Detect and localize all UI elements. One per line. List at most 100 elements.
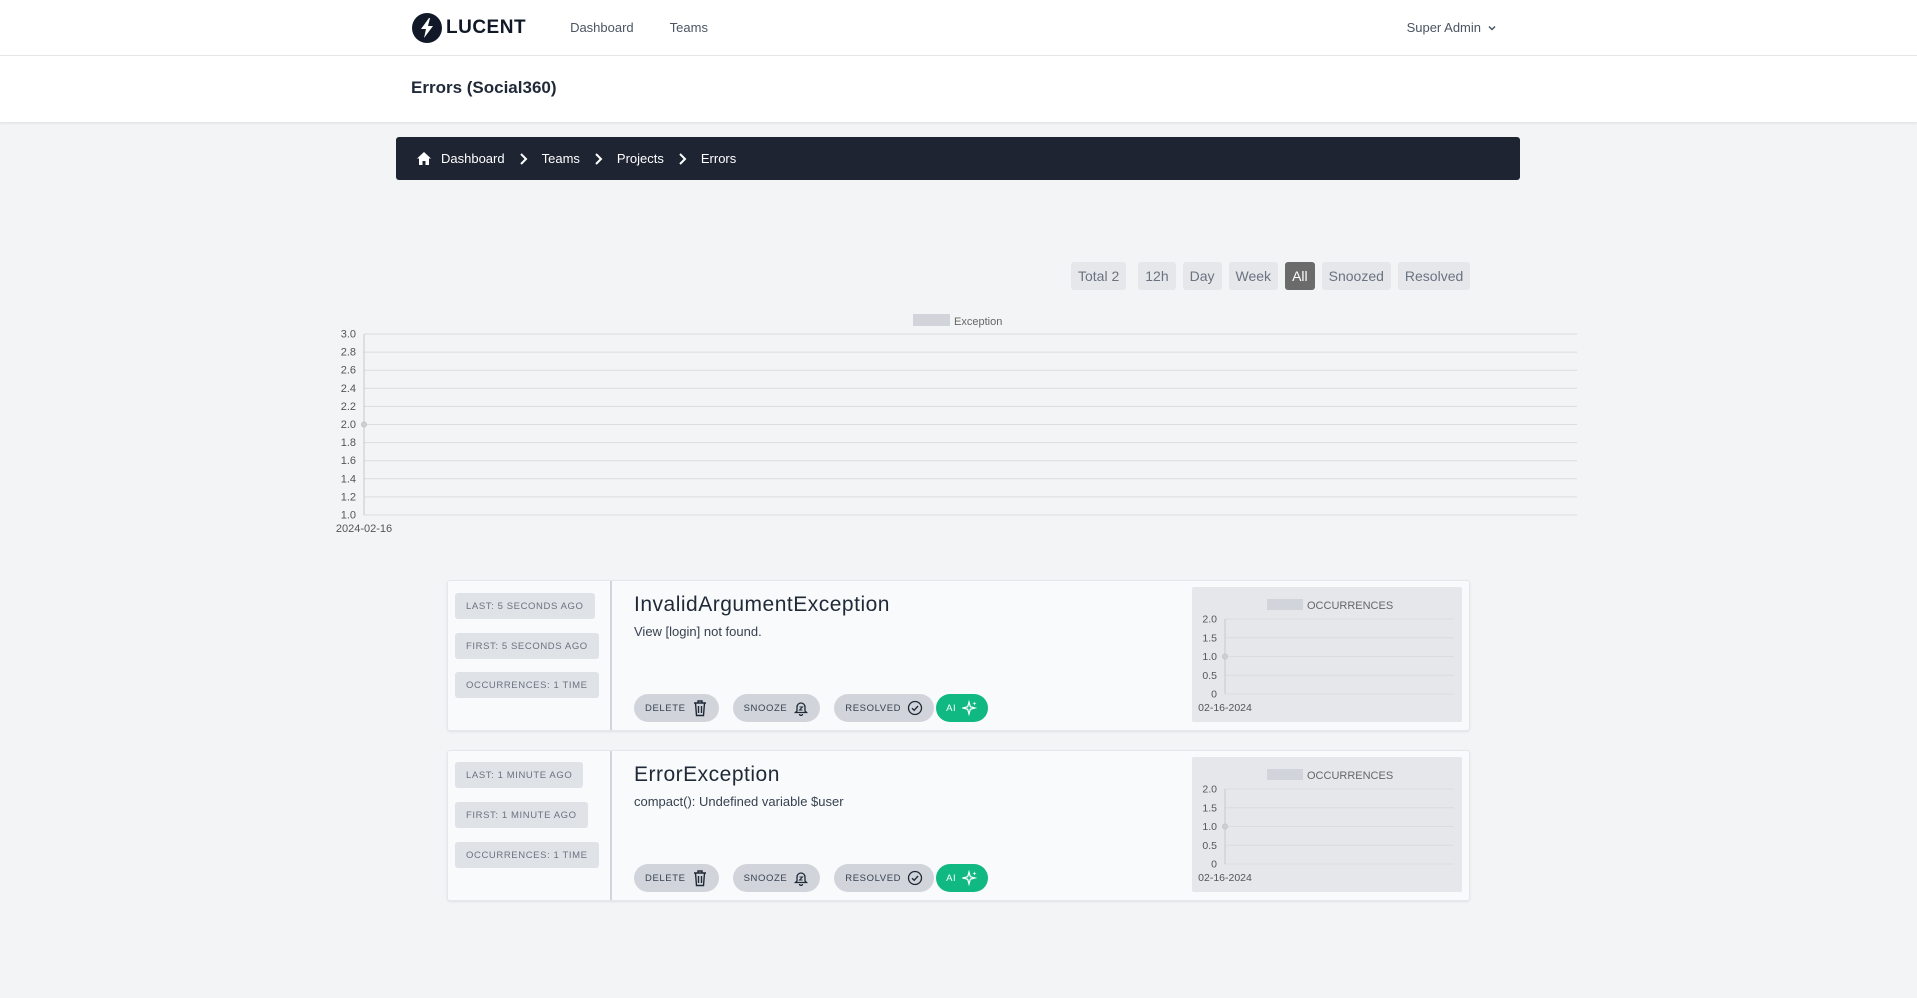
- logo-text: LUCENT: [446, 16, 527, 38]
- y-tick-label: 1.4: [341, 473, 356, 485]
- error-meta-column: LAST: 1 MINUTE AGO FIRST: 1 MINUTE AGO O…: [448, 751, 612, 900]
- legend-swatch: [1267, 599, 1303, 610]
- x-tick-label: 02-16-2024: [1198, 872, 1252, 884]
- ai-button[interactable]: AI: [936, 864, 989, 892]
- last-seen-badge: LAST: 5 SECONDS AGO: [455, 593, 595, 619]
- legend-label: OCCURRENCES: [1307, 770, 1393, 782]
- filter-total[interactable]: Total 2: [1071, 262, 1127, 290]
- delete-button[interactable]: DELETE: [634, 864, 719, 892]
- home-icon: [417, 152, 431, 165]
- resolved-button[interactable]: RESOLVED: [834, 694, 935, 722]
- check-circle-icon: [907, 870, 923, 886]
- y-tick-label: 0: [1211, 859, 1217, 871]
- trash-icon: [693, 870, 706, 887]
- y-tick-label: 1.0: [341, 510, 356, 522]
- filter-resolved[interactable]: Resolved: [1397, 262, 1471, 290]
- first-seen-badge: FIRST: 1 MINUTE AGO: [455, 802, 588, 828]
- delete-label: DELETE: [645, 872, 686, 884]
- y-tick-label: 2.6: [341, 365, 356, 377]
- bell-snooze-icon: [794, 872, 809, 886]
- page-header: Errors (Social360): [0, 56, 1917, 123]
- snooze-label: SNOOZE: [743, 872, 788, 884]
- legend-label: Exception: [954, 316, 1002, 328]
- lightning-logo-icon: [412, 12, 442, 43]
- y-tick-label: 1.5: [1202, 632, 1217, 644]
- data-point: [1222, 653, 1228, 660]
- occurrences-badge: OCCURRENCES: 1 TIME: [455, 842, 599, 868]
- y-tick-label: 0.5: [1202, 840, 1217, 852]
- filter-snoozed[interactable]: Snoozed: [1321, 262, 1391, 290]
- errors-chart: Exception 3.0 2.8 2.6 2.4 2.2 2.0 1.8 1.6 1.4 1.2 1…: [330, 306, 1590, 542]
- breadcrumb-teams[interactable]: Teams: [542, 151, 580, 166]
- last-seen-badge: LAST: 1 MINUTE AGO: [455, 762, 584, 788]
- breadcrumb-dashboard-label: Dashboard: [441, 151, 505, 166]
- y-tick-label: 2.0: [1202, 784, 1217, 796]
- delete-button[interactable]: DELETE: [634, 694, 719, 722]
- y-tick-label: 0.5: [1202, 670, 1217, 682]
- check-circle-icon: [907, 700, 923, 716]
- ai-label: AI: [946, 872, 957, 884]
- errors-chart-svg: Exception 3.0 2.8 2.6 2.4 2.2 2.0 1.8 1.6 1.4 1.2 1…: [336, 314, 1577, 535]
- filter-week[interactable]: Week: [1228, 262, 1279, 290]
- app-logo[interactable]: LUCENT: [412, 12, 527, 43]
- y-tick-label: 1.0: [1202, 821, 1217, 833]
- top-navbar: LUCENT Dashboard Teams Super Admin: [0, 0, 1917, 56]
- bell-snooze-icon: [794, 702, 809, 716]
- chevron-down-icon: [1488, 25, 1496, 31]
- legend-swatch: [913, 314, 950, 326]
- chevron-right-icon: [678, 152, 687, 165]
- user-name: Super Admin: [1406, 20, 1481, 35]
- snooze-button[interactable]: SNOOZE: [732, 864, 821, 892]
- breadcrumb: Dashboard Teams Projects Errors: [396, 137, 1520, 180]
- delete-label: DELETE: [645, 702, 686, 714]
- breadcrumb-projects[interactable]: Projects: [617, 151, 664, 166]
- y-tick-label: 1.6: [341, 455, 356, 467]
- y-tick-label: 0: [1211, 689, 1217, 701]
- error-message: View [login] not found.: [634, 624, 762, 639]
- sparkles-icon: [962, 700, 978, 716]
- error-title[interactable]: ErrorException: [634, 763, 780, 787]
- y-tick-label: 3.0: [341, 329, 356, 341]
- chevron-right-icon: [594, 152, 603, 165]
- filter-all[interactable]: All: [1285, 262, 1315, 290]
- first-seen-badge: FIRST: 5 SECONDS AGO: [455, 633, 599, 659]
- resolved-label: RESOLVED: [845, 872, 902, 884]
- legend-swatch: [1267, 769, 1303, 780]
- page-title: Errors (Social360): [411, 78, 557, 97]
- error-card[interactable]: LAST: 1 MINUTE AGO FIRST: 1 MINUTE AGO O…: [447, 750, 1470, 901]
- resolved-label: RESOLVED: [845, 702, 902, 714]
- x-tick-label: 2024-02-16: [336, 523, 392, 535]
- y-tick-label: 2.0: [341, 419, 356, 431]
- occurrences-chart-svg: OCCURRENCES 2.0 1.5 1.0 0.5 002-16-2024: [1198, 769, 1454, 884]
- filter-day[interactable]: Day: [1182, 262, 1222, 290]
- y-tick-label: 1.8: [341, 437, 356, 449]
- occurrences-chart-svg: OCCURRENCES 2.0 1.5 1.0 0.5 002-16-2024: [1198, 599, 1454, 714]
- breadcrumb-errors[interactable]: Errors: [701, 151, 736, 166]
- y-tick-label: 1.0: [1202, 651, 1217, 663]
- y-tick-label: 1.2: [341, 491, 356, 503]
- data-point: [1222, 823, 1228, 830]
- error-meta-column: LAST: 5 SECONDS AGO FIRST: 5 SECONDS AGO…: [448, 581, 612, 730]
- user-menu[interactable]: Super Admin: [1407, 20, 1497, 35]
- nav-link-dashboard[interactable]: Dashboard: [570, 20, 634, 35]
- breadcrumb-dashboard[interactable]: Dashboard: [416, 151, 505, 166]
- error-title[interactable]: InvalidArgumentException: [634, 593, 890, 617]
- error-card[interactable]: LAST: 5 SECONDS AGO FIRST: 5 SECONDS AGO…: [447, 580, 1470, 731]
- occurrences-badge: OCCURRENCES: 1 TIME: [455, 672, 599, 698]
- y-tick-label: 2.0: [1202, 614, 1217, 626]
- nav-link-teams[interactable]: Teams: [670, 20, 708, 35]
- filter-12h[interactable]: 12h: [1138, 262, 1176, 290]
- snooze-label: SNOOZE: [743, 702, 788, 714]
- resolved-button[interactable]: RESOLVED: [834, 864, 935, 892]
- error-message: compact(): Undefined variable $user: [634, 794, 844, 809]
- occurrences-chart: OCCURRENCES 2.0 1.5 1.0 0.5 0 02-16-2024: [1192, 757, 1462, 892]
- y-tick-label: 2.4: [341, 383, 356, 395]
- sparkles-icon: [962, 870, 978, 886]
- snooze-button[interactable]: SNOOZE: [732, 694, 821, 722]
- filter-bar: Total 2 12h Day Week All Snoozed Resolve…: [1071, 262, 1471, 290]
- x-tick-label: 02-16-2024: [1198, 702, 1252, 714]
- ai-button[interactable]: AI: [936, 694, 989, 722]
- chevron-right-icon: [519, 152, 528, 165]
- y-tick-label: 2.2: [341, 401, 356, 413]
- legend-label: OCCURRENCES: [1307, 600, 1393, 612]
